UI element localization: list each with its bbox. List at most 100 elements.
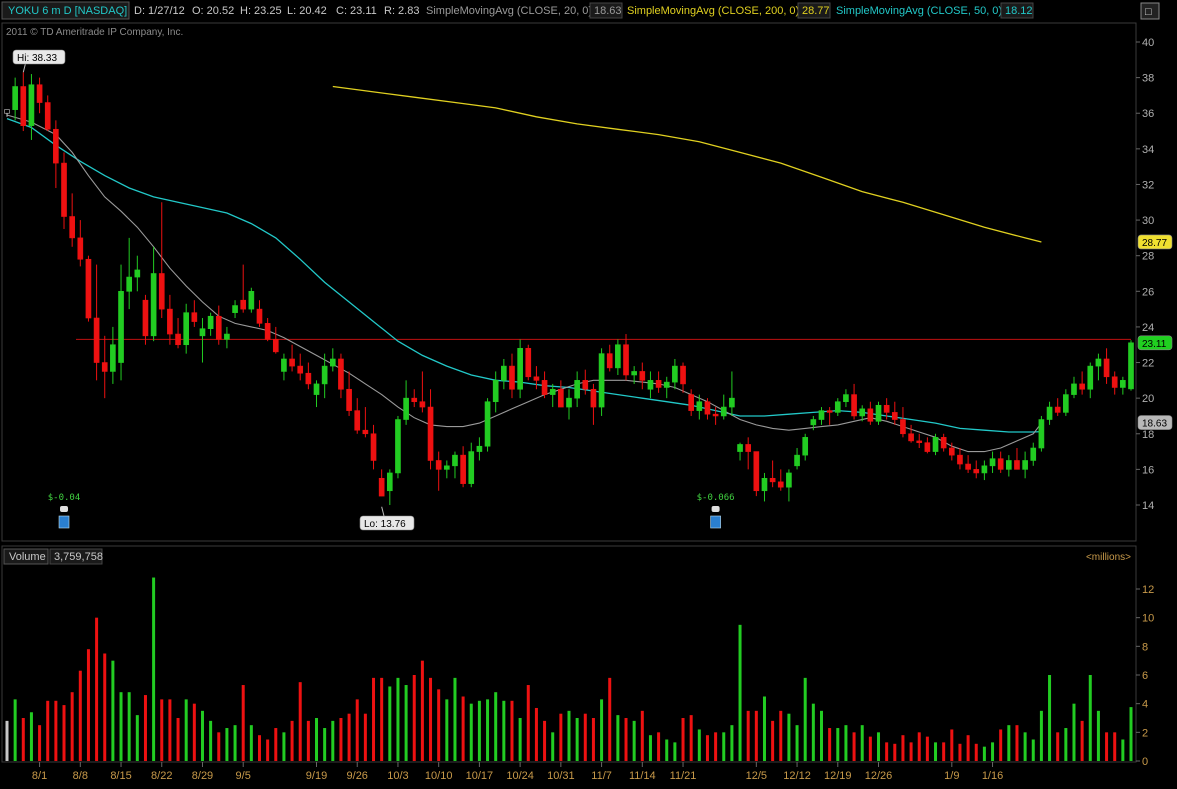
- price-tick-label: 36: [1142, 108, 1154, 120]
- volume-bar: [600, 699, 604, 761]
- candle-body: [354, 410, 361, 431]
- date-tick-label: 8/29: [192, 770, 213, 782]
- earnings-phone-icon: [60, 506, 69, 512]
- date-tick-label: 10/24: [506, 770, 534, 782]
- candle-body: [834, 401, 841, 413]
- candle-body: [590, 388, 597, 408]
- candle-body: [940, 437, 947, 449]
- candle-body: [272, 339, 279, 353]
- candle-body: [948, 447, 955, 456]
- candle-body: [965, 463, 971, 470]
- maximize-icon: □: [1145, 6, 1152, 18]
- candle-body: [1046, 406, 1053, 420]
- volume-bar: [958, 743, 962, 761]
- volume-bar: [1015, 725, 1019, 761]
- candle-body: [533, 376, 540, 381]
- volume-bar: [1056, 732, 1060, 761]
- date-tick-label: 1/9: [944, 770, 959, 782]
- volume-bar: [917, 732, 921, 761]
- volume-bar: [877, 732, 881, 761]
- candle-body: [1087, 365, 1094, 390]
- sma20-label[interactable]: SimpleMovingAvg (CLOSE, 20, 0): [426, 5, 592, 17]
- candle-body: [85, 258, 92, 319]
- volume-bar: [347, 713, 351, 761]
- candle-body: [175, 333, 181, 346]
- volume-bar: [1031, 739, 1035, 761]
- volume-bar: [192, 703, 196, 761]
- volume-bar: [86, 649, 90, 761]
- candle-body: [810, 419, 817, 426]
- volume-tick-label: 2: [1142, 727, 1148, 739]
- volume-bar: [868, 736, 872, 761]
- candle-body: [77, 237, 84, 260]
- date-tick-label: 8/22: [151, 770, 172, 782]
- candle-body: [549, 388, 556, 395]
- earnings-report-icon: [58, 515, 70, 529]
- date-tick-label: 10/31: [547, 770, 575, 782]
- candle-body: [501, 365, 507, 381]
- candle-body: [883, 404, 890, 413]
- date-tick-label: 11/21: [670, 770, 697, 782]
- volume-bar: [665, 739, 669, 761]
- candle-body: [305, 372, 312, 385]
- sma50-label[interactable]: SimpleMovingAvg (CLOSE, 50, 0): [836, 5, 1002, 17]
- volume-bar: [1064, 728, 1068, 761]
- volume-bar: [249, 725, 253, 761]
- candle-body: [1079, 383, 1085, 390]
- candle-body: [492, 380, 499, 403]
- volume-bar: [819, 710, 823, 761]
- volume-tick-label: 10: [1142, 613, 1154, 625]
- candle-body: [818, 410, 825, 420]
- candle-body: [1128, 342, 1134, 390]
- volume-bar: [510, 700, 514, 761]
- date-tick-label: 12/26: [865, 770, 893, 782]
- volume-bar: [241, 685, 245, 761]
- candle-body: [761, 477, 768, 492]
- volume-bar: [526, 685, 530, 761]
- candle-body: [712, 413, 719, 417]
- candle-body: [875, 404, 882, 422]
- volume-bar: [942, 742, 946, 761]
- candle-body: [460, 454, 466, 484]
- volume-bar: [429, 677, 433, 761]
- candle-body: [655, 380, 662, 388]
- volume-bar: [282, 732, 286, 761]
- volume-tick-label: 0: [1142, 756, 1148, 768]
- date-tick-label: 12/19: [824, 770, 852, 782]
- candle-body: [1030, 447, 1037, 461]
- date-tick-label: 9/26: [347, 770, 368, 782]
- volume-bar: [1113, 732, 1117, 761]
- lo-tag: Lo: 13.76: [364, 519, 406, 530]
- date-tick-label: 11/14: [629, 770, 656, 782]
- volume-tick-label: 4: [1142, 699, 1148, 711]
- volume-bar: [453, 677, 457, 761]
- volume-bars: [5, 577, 1133, 761]
- price-panel-frame: [1, 22, 1137, 542]
- volume-bar: [966, 735, 970, 761]
- candle-body: [704, 401, 711, 415]
- price-tick-label: 18: [1142, 429, 1154, 441]
- price-tick-label: 38: [1142, 73, 1154, 85]
- date-tick-label: 1/16: [982, 770, 1003, 782]
- candle-body: [468, 451, 475, 484]
- volume-bar: [893, 743, 897, 761]
- volume-bar: [901, 735, 905, 761]
- price-tick-label: 14: [1142, 500, 1154, 512]
- candle-body: [957, 454, 963, 465]
- volume-bar: [152, 577, 156, 761]
- candle-body: [313, 383, 320, 395]
- volume-bar: [298, 682, 302, 761]
- volume-tick-label: 6: [1142, 670, 1148, 682]
- price-tick-label: 32: [1142, 179, 1154, 191]
- candle-body: [1063, 394, 1069, 413]
- volume-bar: [1048, 675, 1052, 761]
- candle-body: [264, 323, 271, 340]
- volume-bar: [225, 728, 229, 761]
- volume-bar: [836, 728, 840, 761]
- candle-body: [509, 365, 515, 390]
- volume-bar: [127, 692, 131, 761]
- earnings-label: $-0.04: [48, 493, 81, 503]
- candle-body: [769, 477, 776, 483]
- sma200-label[interactable]: SimpleMovingAvg (CLOSE, 200, 0): [627, 5, 799, 17]
- candle-body: [378, 477, 385, 497]
